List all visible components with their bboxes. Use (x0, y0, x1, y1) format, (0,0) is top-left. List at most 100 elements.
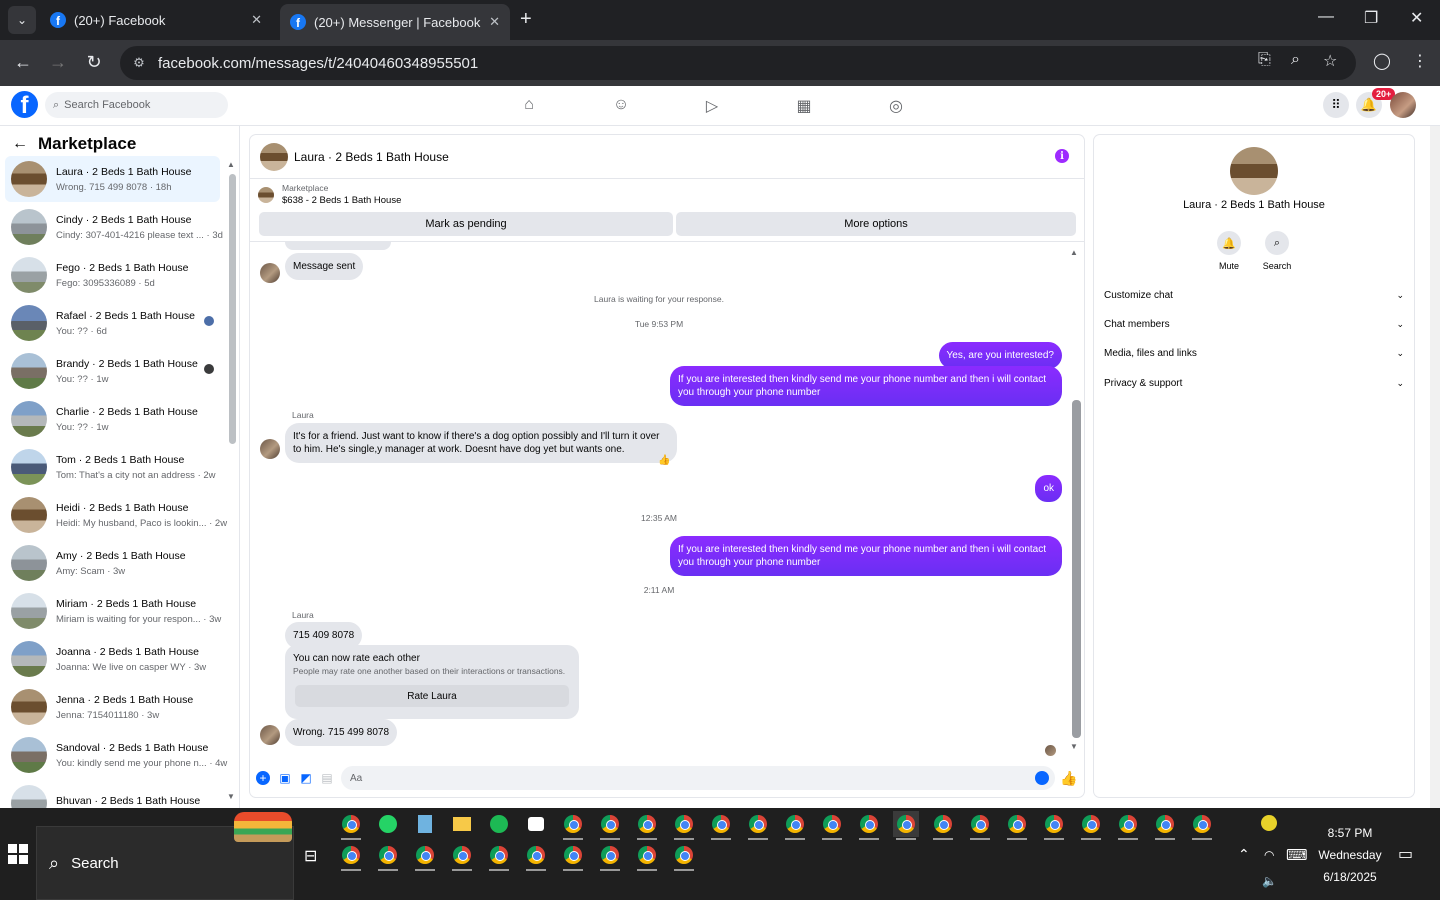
chrome-app-icon[interactable] (560, 842, 586, 871)
chrome-app-icon[interactable] (671, 811, 697, 840)
profile-icon[interactable]: ◯ (1373, 51, 1391, 71)
notification-center-icon[interactable]: ▭ (1398, 844, 1413, 864)
conversation-item[interactable]: Brandy · 2 Beds 1 Bath House You: ?? · 1w (5, 348, 220, 394)
volume-icon[interactable]: 🔈 (1262, 874, 1277, 888)
system-clock[interactable]: 8:57 PM Wednesday 6/18/2025 (1314, 822, 1386, 888)
whatsapp-app-icon[interactable] (375, 811, 401, 837)
marketplace-icon[interactable]: ▦ (794, 96, 814, 116)
facebook-search-input[interactable]: ⌕ Search Facebook (45, 92, 228, 118)
site-info-icon[interactable]: ⚙ (130, 54, 148, 72)
bookmark-star-icon[interactable]: ☆ (1323, 51, 1337, 71)
conversation-item[interactable]: Miriam · 2 Beds 1 Bath House Miriam is wa… (5, 588, 221, 634)
notepad-app-icon[interactable] (412, 811, 438, 837)
conversation-item[interactable]: Joanna · 2 Beds 1 Bath House Joanna: We l… (5, 636, 220, 682)
chrome-app-icon[interactable] (745, 811, 771, 840)
back-icon[interactable]: ← (12, 52, 34, 73)
thumbs-up-send-icon[interactable]: 👍 (1060, 770, 1077, 787)
restore-icon[interactable]: ❐ (1364, 8, 1378, 28)
groups-icon[interactable]: ◎ (886, 96, 906, 116)
camera-app-icon[interactable] (523, 811, 549, 837)
new-tab-icon[interactable]: + (520, 8, 532, 31)
scroll-down-arrow-icon[interactable]: ▼ (227, 792, 235, 801)
conversation-item[interactable]: Jenna · 2 Beds 1 Bath House Jenna: 715401… (5, 684, 220, 730)
chat-scrollbar[interactable] (1072, 400, 1081, 738)
tab-close-icon[interactable]: ✕ (251, 12, 262, 28)
chrome-app-icon[interactable] (1152, 811, 1178, 840)
chrome-app-icon[interactable] (449, 842, 475, 871)
facebook-logo-icon[interactable]: f (11, 91, 38, 118)
chrome-app-icon[interactable] (1004, 811, 1030, 840)
chrome-app-icon[interactable] (634, 811, 660, 840)
message-input[interactable]: Aa (341, 766, 1055, 790)
conversation-item[interactable]: Sandoval · 2 Beds 1 Bath House You: kindl… (5, 732, 227, 778)
chat-members-section[interactable]: Chat members ⌄ (1104, 314, 1404, 334)
conversation-item[interactable]: Cindy · 2 Beds 1 Bath House Cindy: 307-40… (5, 204, 223, 250)
add-plus-icon[interactable]: + (256, 771, 270, 785)
chat-avatar[interactable] (260, 142, 288, 171)
chrome-app-icon[interactable] (597, 811, 623, 840)
account-avatar[interactable] (1390, 92, 1416, 118)
chrome-app-icon[interactable] (338, 811, 364, 840)
search-button[interactable]: ⌕ Search (1252, 231, 1302, 271)
back-arrow-icon[interactable]: ← (12, 135, 28, 153)
tray-app-icon[interactable] (1256, 810, 1282, 836)
privacy-support-section[interactable]: Privacy & support ⌄ (1104, 373, 1404, 393)
chrome-app-icon[interactable] (1115, 811, 1141, 840)
close-window-icon[interactable]: ✕ (1410, 8, 1423, 28)
friends-icon[interactable]: ☺ (611, 96, 631, 116)
chrome-app-icon[interactable] (523, 842, 549, 871)
chrome-app-icon[interactable] (671, 842, 697, 871)
windows-start-icon[interactable] (8, 844, 28, 864)
tab-messenger[interactable]: f (20+) Messenger | Facebook ✕ (280, 4, 510, 40)
task-view-icon[interactable]: ⊟ (304, 846, 317, 866)
chrome-app-icon[interactable] (634, 842, 660, 871)
sticker-icon[interactable]: ◩ (299, 771, 313, 785)
chrome-app-icon[interactable] (338, 842, 364, 871)
menu-kebab-icon[interactable]: ⋮ (1412, 51, 1428, 71)
page-scrollbar[interactable] (1430, 126, 1440, 808)
show-hidden-icons-chevron-up-icon[interactable]: ⌃ (1238, 846, 1250, 863)
mute-button[interactable]: 🔔 Mute (1204, 231, 1254, 271)
zoom-icon[interactable]: ⌕ (1291, 51, 1300, 69)
marketplace-listing-bar[interactable]: Marketplace $638 - 2 Beds 1 Bath House (258, 183, 401, 206)
conversation-item[interactable]: Rafael · 2 Beds 1 Bath House You: ?? · 6d (5, 300, 220, 346)
keyboard-icon[interactable]: ⌨ (1286, 846, 1308, 864)
chat-title[interactable]: Laura · 2 Beds 1 Bath House (294, 150, 449, 164)
conversation-item[interactable]: Amy · 2 Beds 1 Bath House Amy: Scam · 3w (5, 540, 220, 586)
conversation-item[interactable]: Charlie · 2 Beds 1 Bath House You: ?? · 1… (5, 396, 220, 442)
file-explorer-app-icon[interactable] (449, 811, 475, 837)
chrome-app-icon[interactable] (486, 842, 512, 871)
chrome-app-icon[interactable] (856, 811, 882, 840)
video-icon[interactable]: ▷ (702, 96, 722, 116)
rate-laura-button[interactable]: Rate Laura (295, 685, 569, 707)
customize-chat-section[interactable]: Customize chat ⌄ (1104, 285, 1404, 305)
chrome-app-icon[interactable] (1189, 811, 1215, 840)
chrome-app-icon[interactable] (375, 842, 401, 871)
home-icon[interactable]: ⌂ (519, 96, 539, 116)
install-app-icon[interactable]: ⎘ (1258, 51, 1271, 69)
conversation-item[interactable]: Fego · 2 Beds 1 Bath House Fego: 30953360… (5, 252, 220, 298)
chrome-app-icon[interactable] (967, 811, 993, 840)
tab-list-button[interactable]: ⌄ (8, 6, 36, 34)
address-bar[interactable]: ⚙ facebook.com/messages/t/24040460348955… (120, 46, 1356, 80)
info-icon[interactable]: i (1055, 149, 1069, 163)
spotify-app-icon[interactable] (486, 811, 512, 837)
conversation-item[interactable]: Bhuvan · 2 Beds 1 Bath House (5, 780, 220, 808)
chrome-app-icon[interactable] (412, 842, 438, 871)
minimize-icon[interactable]: — (1318, 8, 1334, 26)
scroll-up-arrow-icon[interactable]: ▲ (227, 160, 235, 169)
thumbs-up-reaction-icon[interactable]: 👍 (658, 455, 670, 466)
gif-icon[interactable]: ▤ (320, 771, 334, 785)
conversation-item[interactable]: Tom · 2 Beds 1 Bath House Tom: That's a c… (5, 444, 220, 490)
more-options-button[interactable]: More options (676, 212, 1076, 236)
photo-icon[interactable]: ▣ (278, 771, 292, 785)
wifi-icon[interactable]: ◠ (1264, 848, 1274, 862)
chrome-app-icon[interactable] (1078, 811, 1104, 840)
mark-as-pending-button[interactable]: Mark as pending (259, 212, 673, 236)
tab-facebook[interactable]: f (20+) Facebook ✕ (40, 4, 272, 36)
emoji-icon[interactable] (1035, 771, 1049, 785)
chrome-app-icon[interactable] (597, 842, 623, 871)
chrome-app-icon[interactable] (1041, 811, 1067, 840)
chrome-app-icon[interactable] (819, 811, 845, 840)
chrome-app-icon[interactable] (708, 811, 734, 840)
